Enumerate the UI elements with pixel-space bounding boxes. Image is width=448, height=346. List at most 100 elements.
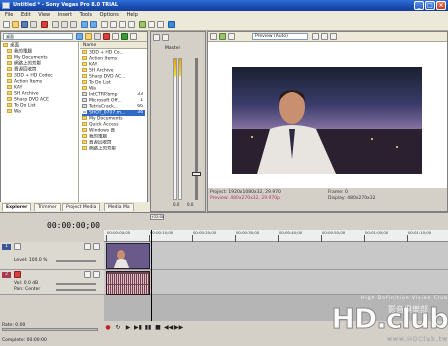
menu-view[interactable]: View xyxy=(38,12,50,18)
level-value: 100.0 % xyxy=(28,258,48,263)
selection-tool-icon[interactable] xyxy=(119,21,126,28)
volume-slider[interactable] xyxy=(56,283,96,285)
help-icon[interactable] xyxy=(168,21,175,28)
auto-ripple-icon[interactable] xyxy=(139,21,146,28)
envelope-tool-icon[interactable] xyxy=(110,21,117,28)
marker-flag[interactable]: +22:00 xyxy=(150,214,164,220)
video-event-clip[interactable] xyxy=(106,243,150,269)
meter-left xyxy=(173,58,177,200)
audio-event-clip[interactable] xyxy=(106,271,150,295)
video-track-header[interactable]: 1 Level: 100.0 % xyxy=(0,242,104,270)
folder-icon xyxy=(82,128,87,132)
close-button[interactable]: × xyxy=(436,1,446,10)
audio-track-header[interactable]: 2 Vol: 0.0 dB Pan: Center xyxy=(0,270,104,295)
preview-quality-dropdown[interactable]: Preview (Auto) xyxy=(252,33,308,40)
tree-item[interactable]: Wa xyxy=(7,109,21,115)
folder-icon xyxy=(82,56,87,60)
audio-track-lane[interactable] xyxy=(104,270,448,295)
playhead-cursor[interactable] xyxy=(151,230,152,321)
cut-icon[interactable] xyxy=(52,21,59,28)
open-icon[interactable] xyxy=(12,21,19,28)
list-header-name[interactable]: Name xyxy=(80,42,147,49)
pan-slider[interactable] xyxy=(56,289,96,291)
play-preview-icon[interactable] xyxy=(121,33,128,40)
menu-edit[interactable]: Edit xyxy=(21,12,31,18)
ignore-grouping-icon[interactable] xyxy=(157,21,164,28)
tab-project-media[interactable]: Project Media xyxy=(62,203,101,211)
preview-value: 480x270x32, 29.970p xyxy=(230,196,280,201)
master-fader-handle[interactable] xyxy=(192,172,201,176)
lock-envelopes-icon[interactable] xyxy=(148,21,155,28)
copy-icon[interactable] xyxy=(61,21,68,28)
menu-insert[interactable]: Insert xyxy=(58,12,72,18)
preview-canvas[interactable] xyxy=(208,42,447,188)
pause-button[interactable]: ▮▮ xyxy=(144,324,152,332)
copy-snapshot-icon[interactable] xyxy=(321,33,328,40)
new-project-icon[interactable] xyxy=(3,21,10,28)
insert-bus-icon[interactable] xyxy=(153,34,160,41)
menu-file[interactable]: File xyxy=(5,12,13,18)
video-fx-icon[interactable] xyxy=(219,33,226,40)
pan-value: Center xyxy=(25,287,41,292)
back-icon[interactable] xyxy=(76,33,83,40)
save-snapshot-icon[interactable] xyxy=(330,33,337,40)
list-item[interactable]: 網路上的芳鄰 xyxy=(82,146,145,152)
track-number: 1 xyxy=(2,244,11,250)
go-to-end-button[interactable]: ▶▶ xyxy=(174,324,183,332)
video-track-lane[interactable] xyxy=(104,242,448,270)
ruler-label: 00:01:10;00 xyxy=(408,230,432,235)
normal-edit-tool-icon[interactable] xyxy=(101,21,108,28)
time-ruler[interactable]: 00:00:00;00 00:00:10;00 00:00:20;00 00:0… xyxy=(104,230,448,242)
track-fx-icon[interactable] xyxy=(14,243,21,250)
maximize-button[interactable]: □ xyxy=(425,1,435,10)
insert-fx-icon[interactable] xyxy=(162,34,169,41)
project-properties-icon[interactable] xyxy=(210,33,217,40)
tab-explorer[interactable]: Explorer xyxy=(2,203,32,211)
overlays-icon[interactable] xyxy=(312,33,319,40)
zoom-tool-icon[interactable] xyxy=(128,21,135,28)
arm-record-icon[interactable] xyxy=(14,271,21,278)
add-to-project-icon[interactable] xyxy=(112,33,119,40)
ruler-label: 00:00:40;00 xyxy=(279,230,303,235)
status-bar-text: Complete: 00:00:00 xyxy=(2,338,47,343)
tab-media-manager[interactable]: Media Ma xyxy=(104,203,134,211)
tab-trimmer[interactable]: Trimmer xyxy=(34,203,61,211)
solo-icon[interactable] xyxy=(93,271,100,278)
solo-icon[interactable] xyxy=(93,243,100,250)
menu-tools[interactable]: Tools xyxy=(80,12,92,18)
paste-icon[interactable] xyxy=(70,21,77,28)
delete-icon[interactable] xyxy=(103,33,110,40)
up-folder-icon[interactable] xyxy=(85,33,92,40)
mute-icon[interactable] xyxy=(84,271,91,278)
loop-playback-button[interactable]: ↻ xyxy=(114,324,122,332)
views-icon[interactable] xyxy=(130,33,137,40)
ruler-tick xyxy=(106,235,107,242)
folder-icon xyxy=(7,79,12,83)
mute-icon[interactable] xyxy=(84,243,91,250)
minimize-button[interactable]: _ xyxy=(414,1,424,10)
split-screen-icon[interactable] xyxy=(228,33,235,40)
undo-icon[interactable] xyxy=(81,21,88,28)
explorer-path-dropdown[interactable]: 桌面 xyxy=(3,33,73,40)
play-button[interactable]: ▶▮ xyxy=(134,324,142,332)
ruler-label: 00:00:30;00 xyxy=(236,230,260,235)
render-icon[interactable] xyxy=(41,21,48,28)
menu-help[interactable]: Help xyxy=(126,12,137,18)
folder-icon xyxy=(82,86,87,90)
stop-button[interactable]: ■ xyxy=(154,324,162,332)
go-to-start-button[interactable]: ◀◀ xyxy=(164,324,173,332)
redo-icon[interactable] xyxy=(90,21,97,28)
level-slider[interactable] xyxy=(56,260,96,262)
menu-options[interactable]: Options xyxy=(100,12,119,18)
play-from-start-button[interactable]: ▶ xyxy=(124,324,132,332)
properties-icon[interactable] xyxy=(30,21,37,28)
save-icon[interactable] xyxy=(21,21,28,28)
record-button[interactable]: ● xyxy=(104,324,112,332)
folder-icon xyxy=(82,80,87,84)
playback-rate-slider[interactable] xyxy=(2,328,98,331)
folder-icon xyxy=(82,68,87,72)
ruler-label: 00:01:00;00 xyxy=(365,230,389,235)
refresh-icon[interactable] xyxy=(94,33,101,40)
watermark-url: www.HDClub.tw xyxy=(387,336,448,343)
docking-tabs: Explorer Trimmer Project Media Media Ma xyxy=(0,202,150,212)
